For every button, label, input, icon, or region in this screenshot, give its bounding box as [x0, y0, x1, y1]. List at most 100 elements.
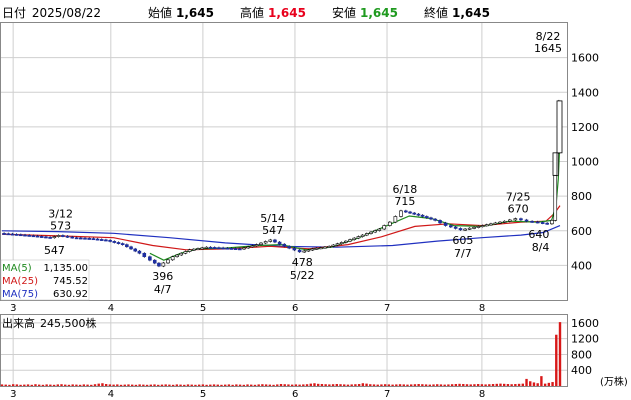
volume-month-tick-label: 4: [108, 389, 114, 400]
annotation-date: 5/22: [290, 269, 315, 282]
candle-body: [52, 236, 57, 239]
candle-body: [553, 175, 558, 221]
candle-body: [507, 219, 512, 222]
candle-body: [502, 220, 507, 223]
candle-body: [95, 238, 100, 241]
candle-body: [356, 236, 361, 239]
candle-body: [472, 226, 476, 229]
volume-bar: [514, 384, 517, 386]
candle-body: [157, 262, 161, 267]
volume-unit: (万株): [600, 375, 628, 388]
candle-body: [35, 235, 40, 238]
volume-bar: [86, 384, 89, 386]
volume-bar: [272, 384, 275, 386]
volume-bar: [339, 384, 342, 386]
volume-bar: [261, 384, 264, 386]
volume-bar: [45, 384, 48, 386]
candle-body: [412, 212, 417, 215]
candle-body: [416, 213, 421, 216]
volume-bar: [302, 384, 305, 386]
candle-body: [19, 234, 23, 237]
annotation-value: 547: [262, 224, 283, 237]
volume-bar: [186, 384, 190, 386]
volume-bar: [540, 376, 543, 386]
candle-body: [108, 239, 112, 242]
volume-bar: [212, 384, 216, 386]
volume-bar: [499, 383, 502, 386]
volume-bar: [395, 384, 398, 386]
candle-body: [318, 247, 323, 250]
candle-body: [208, 246, 213, 249]
annotation-value: 715: [394, 195, 415, 208]
candle-body: [125, 244, 129, 248]
volume-bar: [19, 384, 22, 386]
month-tick-label: 7: [384, 303, 390, 314]
candle-body: [369, 231, 373, 234]
candle-body: [246, 246, 251, 249]
volume-month-tick-label: 3: [10, 389, 16, 400]
volume-bar: [56, 384, 59, 386]
volume-month-tick-label: 8: [479, 389, 485, 400]
volume-bar: [160, 384, 164, 386]
volume-bar: [93, 384, 97, 386]
volume-bar: [227, 384, 231, 386]
annotation-value: 396: [152, 270, 173, 283]
volume-bar: [97, 383, 100, 386]
volume-bar: [406, 384, 409, 386]
volume-bar: [305, 384, 309, 386]
price-tick-label: 600: [571, 225, 592, 238]
volume-bar: [149, 384, 152, 386]
volume-value: 245,500株: [40, 316, 97, 330]
annotation-date: 7/7: [454, 247, 472, 260]
volume-bar: [424, 384, 428, 386]
ma-legend-value: 630.92: [53, 289, 88, 300]
candle-body: [10, 233, 15, 236]
candle-body: [498, 221, 502, 224]
volume-bar: [250, 384, 253, 386]
volume-month-tick-label: 7: [384, 389, 390, 400]
volume-bar: [175, 384, 179, 386]
candle-body: [229, 247, 234, 250]
price-axis: 400 600 800 1000 1200 1400 1600: [571, 52, 599, 273]
annotation-value: 573: [50, 219, 71, 232]
volume-bar: [503, 383, 506, 386]
volume-bar: [171, 384, 175, 386]
volume-bar: [276, 384, 279, 386]
volume-bar: [450, 384, 454, 386]
ma-legend-value: 745.52: [53, 276, 88, 287]
candle-body: [277, 241, 282, 245]
candle-body: [519, 218, 523, 221]
volume-bar: [484, 384, 487, 386]
volume-bar: [138, 384, 141, 386]
candle-body: [250, 245, 255, 248]
candle-body: [259, 242, 263, 245]
volume-bar: [197, 384, 201, 386]
volume-bar: [64, 384, 67, 386]
candle-body: [360, 234, 365, 237]
candle-body: [404, 210, 408, 213]
candle-body: [282, 243, 287, 247]
volume-bar: [443, 384, 446, 386]
volume-bar: [112, 384, 115, 386]
volume-bar: [343, 384, 346, 386]
volume-bar: [78, 384, 82, 386]
candle-body: [129, 246, 133, 250]
candle-body: [331, 244, 336, 247]
volume-bar: [495, 383, 498, 386]
candle-body: [273, 239, 277, 243]
volume-bar: [220, 384, 223, 386]
candle-body: [120, 243, 125, 246]
volume-bar: [350, 384, 353, 386]
annotation-value: 605: [452, 234, 473, 247]
candle-body: [87, 238, 91, 240]
price-tick-label: 1400: [571, 86, 599, 99]
volume-bar: [224, 384, 227, 386]
ma-legend: MA(5) 1,135.00 MA(25) 745.52 MA(75) 630.92: [0, 259, 90, 301]
candle-body: [408, 211, 412, 214]
candle-body: [31, 235, 36, 238]
volume-bar: [335, 384, 338, 386]
candle-body: [200, 247, 204, 250]
volume-bar: [432, 384, 435, 386]
candle-body: [6, 233, 11, 236]
volume-bar: [246, 384, 249, 386]
